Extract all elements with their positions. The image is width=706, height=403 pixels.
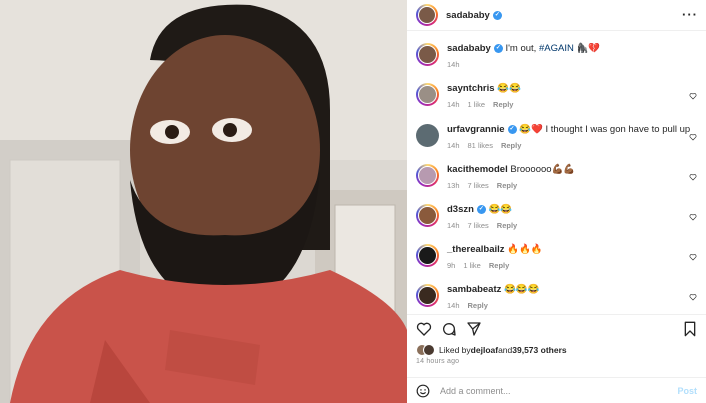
reply-button[interactable]: Reply <box>489 261 509 270</box>
post-image <box>0 0 407 403</box>
heart-icon[interactable] <box>689 253 697 261</box>
comment-time: 14h <box>447 301 460 310</box>
post-time-ago[interactable]: 14 hours ago <box>416 358 459 365</box>
likes-middle: and <box>498 345 513 355</box>
comment-input[interactable] <box>440 386 660 396</box>
author-avatar[interactable] <box>416 43 439 66</box>
comment-likes[interactable]: 7 likes <box>468 221 489 230</box>
heart-icon[interactable] <box>416 321 432 337</box>
post-photo[interactable] <box>0 0 407 403</box>
comment-likes[interactable]: 81 likes <box>468 141 493 150</box>
reply-button[interactable]: Reply <box>497 181 517 190</box>
comment-time: 14h <box>447 221 460 230</box>
heart-icon[interactable] <box>689 173 697 181</box>
comment-time: 14h <box>447 100 460 109</box>
comment-likes[interactable]: 1 like <box>463 261 481 270</box>
comment-text: 😂😂 <box>497 83 521 94</box>
comments-list[interactable]: sadababy ✓ I'm out, #AGAIN 🦍💔 14h sayntch… <box>407 31 706 314</box>
reply-button[interactable]: Reply <box>493 100 513 109</box>
reply-button[interactable]: Reply <box>501 141 521 150</box>
comment-time: 13h <box>447 181 460 190</box>
author-username[interactable]: sadababy <box>446 10 490 21</box>
caption-emoji: 🦍💔 <box>573 43 601 54</box>
post-button[interactable]: Post <box>677 386 697 396</box>
comment-username[interactable]: sambabeatz <box>447 284 501 295</box>
comment-username[interactable]: urfavgrannie <box>447 124 505 135</box>
likes-prefix: Liked by <box>439 345 471 355</box>
caption-username[interactable]: sadababy <box>447 43 491 54</box>
comment-time: 9h <box>447 261 456 270</box>
comment-text: 😂❤️ I thought I was gon have to pull up <box>519 124 691 135</box>
more-icon[interactable]: ··· <box>682 7 698 22</box>
comment-text: 🔥🔥🔥 <box>507 244 543 255</box>
comment-text: Broooooo💪🏾💪🏾 <box>510 164 576 175</box>
commenter-avatar[interactable] <box>416 244 439 267</box>
comment-item: _therealbailz 🔥🔥🔥 9h 1 like Reply <box>416 244 697 270</box>
reply-button[interactable]: Reply <box>468 301 488 310</box>
comment-item: sambabeatz 😂😂😂 14h Reply <box>416 284 697 310</box>
liker-avatars <box>416 344 436 356</box>
comment-username[interactable]: kacithemodel <box>447 164 508 175</box>
commenter-avatar[interactable] <box>416 204 439 227</box>
caption-time: 14h <box>447 60 460 69</box>
commenter-avatar[interactable] <box>416 284 439 307</box>
caption-hashtag[interactable]: #AGAIN <box>539 43 574 54</box>
comment-icon[interactable] <box>441 321 457 337</box>
share-icon[interactable] <box>466 321 482 337</box>
heart-icon[interactable] <box>689 213 697 221</box>
comment-likes[interactable]: 7 likes <box>468 181 489 190</box>
action-bar <box>416 321 697 339</box>
comment-username[interactable]: _therealbailz <box>447 244 505 255</box>
emoji-icon[interactable] <box>416 384 430 398</box>
bookmark-icon[interactable] <box>683 321 697 337</box>
add-comment-bar: Post <box>407 377 706 403</box>
likes-others[interactable]: 39,573 others <box>512 345 566 355</box>
caption-text: I'm out, <box>505 43 539 54</box>
post-detail-panel: sadababy ✓ ··· sadababy ✓ I'm out, #AGAIN… <box>407 0 706 403</box>
heart-icon[interactable] <box>689 133 697 141</box>
comment-likes[interactable]: 1 like <box>468 100 486 109</box>
comment-text: 😂😂 <box>488 204 513 215</box>
commenter-avatar[interactable] <box>416 124 439 147</box>
author-avatar[interactable] <box>416 4 438 26</box>
caption: sadababy ✓ I'm out, #AGAIN 🦍💔 14h <box>416 43 697 69</box>
commenter-avatar[interactable] <box>416 164 439 187</box>
comment-username[interactable]: sayntchris <box>447 83 495 94</box>
comment-item: sayntchris 😂😂 14h 1 like Reply <box>416 83 697 109</box>
post-footer: Liked by dejloaf and 39,573 others 14 ho… <box>407 314 706 403</box>
likes-first-user[interactable]: dejloaf <box>471 345 498 355</box>
reply-button[interactable]: Reply <box>497 221 517 230</box>
commenter-avatar[interactable] <box>416 83 439 106</box>
verified-icon: ✓ <box>476 204 486 214</box>
verified-icon: ✓ <box>493 43 503 53</box>
comment-username[interactable]: d3szn <box>447 204 474 215</box>
heart-icon[interactable] <box>689 92 697 100</box>
comment-item: urfavgrannie ✓ 😂❤️ I thought I was gon ha… <box>416 124 697 150</box>
comment-text: 😂😂😂 <box>504 284 540 295</box>
comment-time: 14h <box>447 141 460 150</box>
comment-item: kacithemodel Broooooo💪🏾💪🏾 13h 7 likes Re… <box>416 164 697 190</box>
comment-item: d3szn ✓ 😂😂 14h 7 likes Reply <box>416 204 697 230</box>
verified-icon: ✓ <box>507 124 517 134</box>
likes-summary[interactable]: Liked by dejloaf and 39,573 others <box>416 344 567 356</box>
heart-icon[interactable] <box>689 293 697 301</box>
post-header: sadababy ✓ ··· <box>407 0 706 31</box>
verified-icon: ✓ <box>492 10 502 20</box>
